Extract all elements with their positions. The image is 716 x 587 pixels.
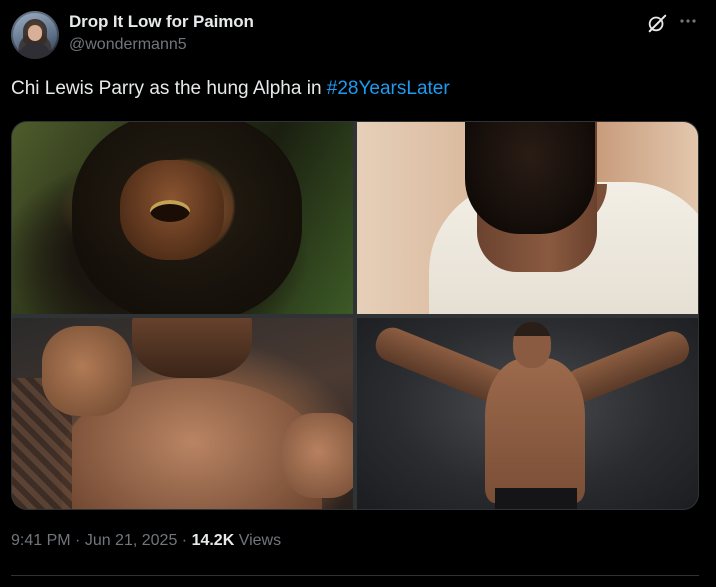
more-icon[interactable] (678, 11, 698, 31)
author-handle[interactable]: @wondermann5 (69, 36, 187, 54)
views-label: Views (234, 532, 282, 549)
avatar[interactable] (11, 11, 59, 59)
meta-separator: · (177, 532, 192, 549)
divider (11, 575, 699, 576)
media-grid (11, 121, 699, 510)
grok-icon[interactable] (646, 12, 668, 34)
tweet-text: Chi Lewis Parry as the hung Alpha in #28… (11, 78, 450, 100)
media-image-4[interactable] (357, 318, 698, 509)
media-image-2[interactable] (357, 122, 698, 314)
media-image-3[interactable] (12, 318, 353, 509)
tweet-meta: 9:41 PM · Jun 21, 2025 · 14.2K Views (11, 532, 281, 550)
post-date[interactable]: Jun 21, 2025 (85, 532, 178, 549)
meta-separator: · (70, 532, 85, 549)
hashtag-link[interactable]: #28YearsLater (327, 78, 450, 99)
views-count[interactable]: 14.2K (192, 532, 235, 549)
tweet-body: Chi Lewis Parry as the hung Alpha in (11, 78, 327, 99)
post-time[interactable]: 9:41 PM (11, 532, 71, 549)
media-image-1[interactable] (12, 122, 353, 314)
author-display-name[interactable]: Drop It Low for Paimon (69, 12, 254, 32)
